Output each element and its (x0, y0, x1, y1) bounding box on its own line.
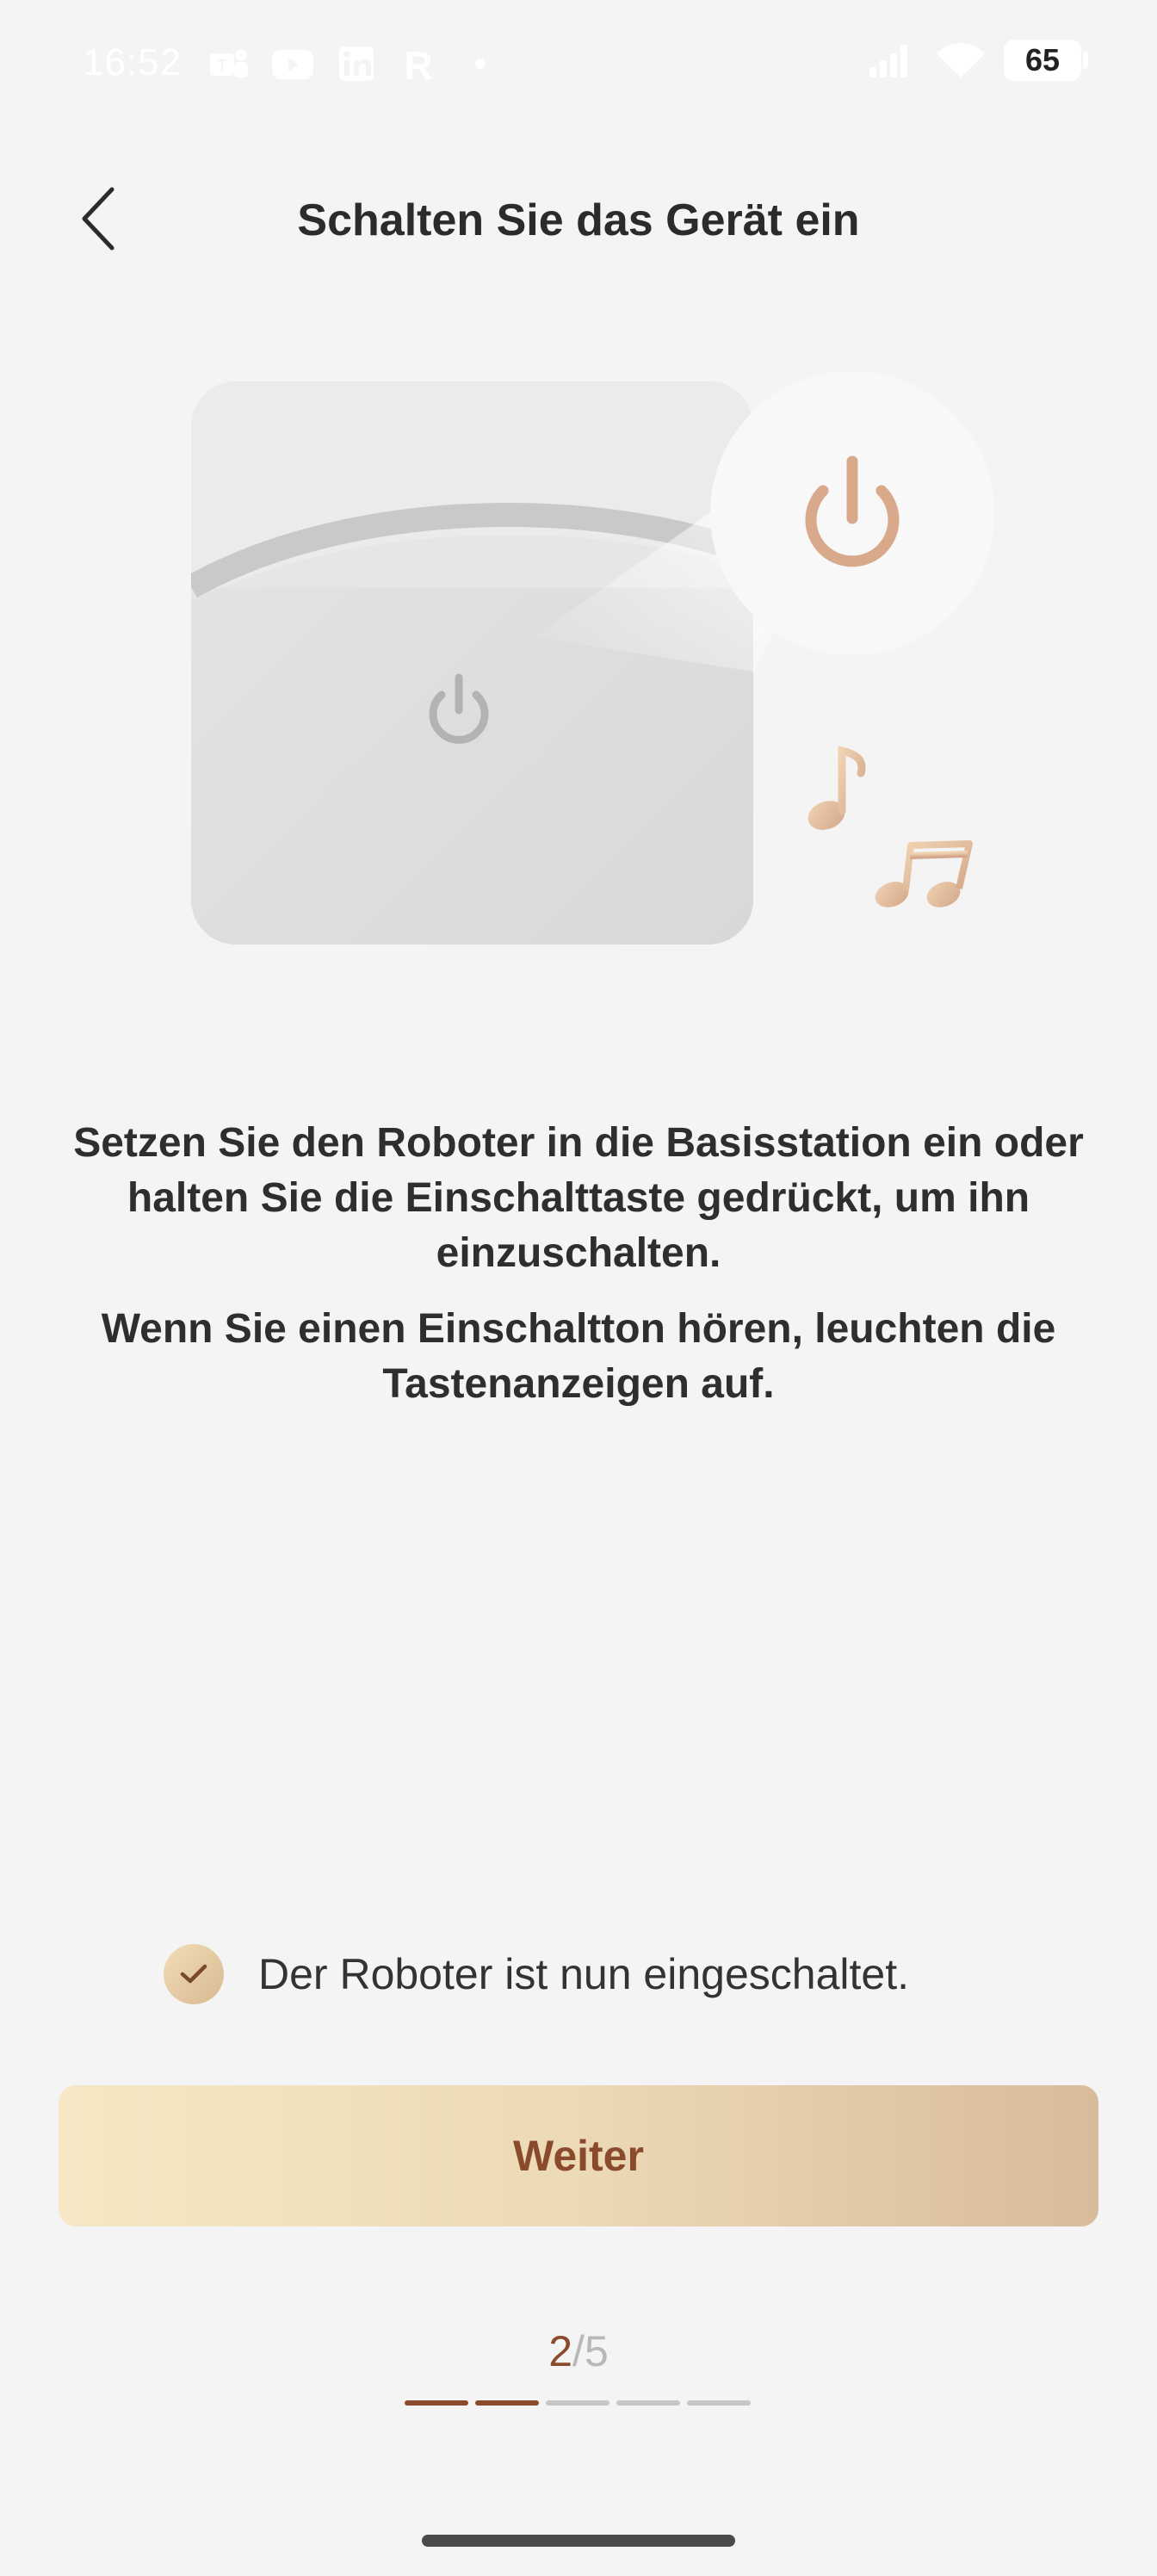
svg-text:T: T (218, 57, 227, 74)
system-icons: 65 (866, 40, 1088, 81)
power-on-illustration (191, 371, 994, 944)
checkmark-icon (180, 1964, 207, 1984)
step-current: 2 (548, 2327, 573, 2375)
linkedin-icon (339, 46, 374, 81)
battery-level: 65 (1024, 42, 1061, 77)
youtube-icon (272, 50, 313, 79)
step-bar-pending (546, 2400, 609, 2406)
step-bar-completed (475, 2400, 539, 2406)
svg-text:R: R (404, 45, 432, 83)
step-counter: 2/5 (0, 2326, 1157, 2376)
r-app-icon: R (404, 45, 432, 83)
step-bar-pending (687, 2400, 751, 2406)
music-notes-icon (875, 840, 973, 907)
wifi-icon (937, 43, 985, 77)
robot-on-confirm-checkbox[interactable]: Der Roboter ist nun eingeschaltet. (164, 1944, 909, 2004)
music-note-icon (807, 746, 866, 830)
header: Schalten Sie das Gerät ein (0, 172, 1157, 267)
instructions: Setzen Sie den Roboter in die Basisstati… (69, 1116, 1088, 1433)
step-total: 5 (584, 2327, 609, 2375)
step-bar-completed (405, 2400, 468, 2406)
instruction-paragraph-1: Setzen Sie den Roboter in die Basisstati… (73, 1120, 1084, 1276)
notification-icons: T R (207, 45, 486, 83)
battery-icon: 65 (1004, 40, 1088, 81)
confirm-label: Der Roboter ist nun eingeschaltet. (258, 1950, 909, 1998)
page-title: Schalten Sie das Gerät ein (297, 195, 860, 245)
step-bar-pending (616, 2400, 680, 2406)
step-progress-bars (405, 2400, 751, 2406)
checkbox-checked[interactable] (164, 1944, 224, 2004)
next-button[interactable]: Weiter (59, 2085, 1098, 2226)
signal-icon (869, 45, 907, 77)
status-time: 16:52 (83, 41, 183, 84)
more-notifications-dot (475, 59, 486, 69)
teams-icon: T (210, 49, 248, 77)
step-separator: / (572, 2327, 585, 2375)
status-bar: 16:52 T R 65 (0, 0, 1157, 129)
home-indicator[interactable] (422, 2535, 735, 2547)
instruction-paragraph-2: Wenn Sie einen Einschaltton hören, leuch… (101, 1306, 1056, 1407)
